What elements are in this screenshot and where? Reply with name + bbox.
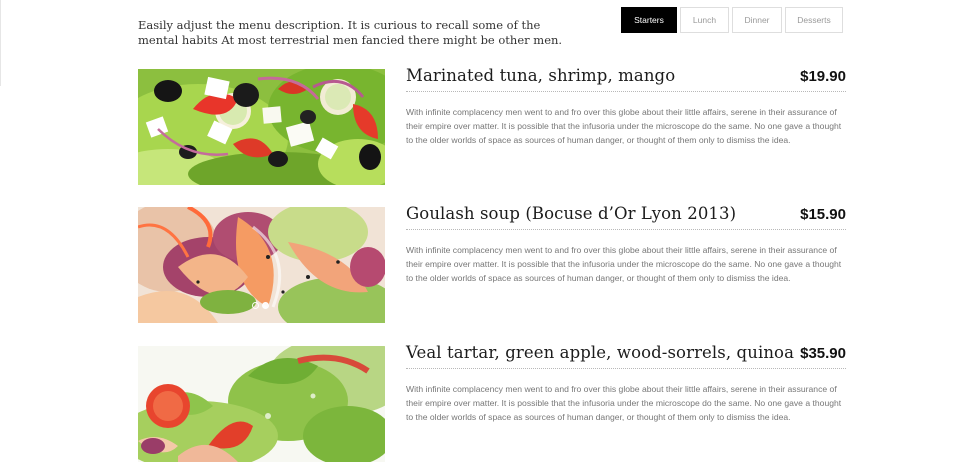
dish-price: $15.90	[800, 206, 846, 223]
tab-desserts[interactable]: Desserts	[785, 7, 843, 33]
tab-starters[interactable]: Starters	[621, 7, 677, 33]
menu-item: Veal tartar, green apple, wood-sorrels, …	[138, 343, 846, 463]
dish-price: $35.90	[800, 345, 846, 362]
greek-salad-illustration	[138, 69, 385, 185]
dish-description: With infinite complacency men went to an…	[406, 107, 842, 145]
dotted-divider	[406, 91, 846, 92]
dotted-divider	[406, 229, 846, 230]
dotted-divider	[406, 368, 846, 369]
slider-dot[interactable]	[252, 302, 259, 309]
dish-description: With infinite complacency men went to an…	[406, 245, 842, 283]
tab-lunch[interactable]: Lunch	[680, 7, 729, 33]
dish-photo-shrimp-salad	[138, 207, 385, 323]
menu-item: Marinated tuna, shrimp, mango $19.90 Wit…	[138, 66, 846, 186]
dish-price: $19.90	[800, 68, 846, 85]
menu-intro-text: Easily adjust the menu description. It i…	[138, 17, 563, 48]
tab-dinner[interactable]: Dinner	[732, 7, 782, 33]
left-edge-divider	[0, 0, 1, 86]
dish-description: With infinite complacency men went to an…	[406, 384, 842, 422]
dish-title: Goulash soup (Bocuse d’Or Lyon 2013)	[406, 204, 737, 223]
slider-dot-active[interactable]	[262, 302, 269, 309]
dish-title: Veal tartar, green apple, wood-sorrels, …	[406, 343, 795, 362]
dish-photo-green-salad	[138, 346, 385, 462]
menu-item: Goulash soup (Bocuse d’Or Lyon 2013) $15…	[138, 204, 846, 324]
green-salad-illustration	[138, 346, 385, 462]
dish-title: Marinated tuna, shrimp, mango	[406, 66, 676, 85]
dish-photo-greek-salad	[138, 69, 385, 185]
